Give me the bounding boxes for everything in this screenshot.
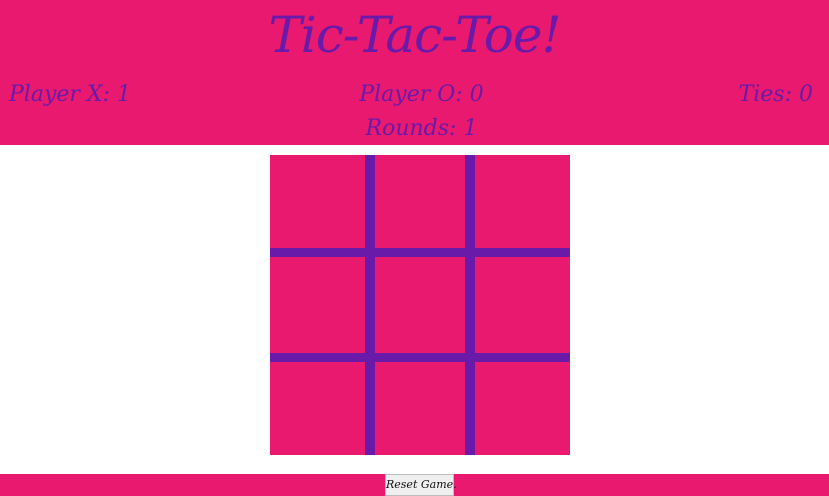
- board-cell-2[interactable]: [375, 155, 465, 248]
- board-cell-8[interactable]: [375, 362, 465, 455]
- game-board: [270, 155, 570, 455]
- board-cell-3[interactable]: [475, 155, 570, 248]
- board-cell-1[interactable]: [270, 155, 365, 248]
- player-o-score: Player O: 0: [359, 82, 484, 107]
- reset-game-button[interactable]: Reset Game.: [385, 474, 457, 496]
- board-cell-9[interactable]: [475, 362, 570, 455]
- header-bar: Tic-Tac-Toe! Player X: 1 Player O: 0 Tie…: [0, 0, 829, 145]
- board-cell-4[interactable]: [270, 257, 365, 353]
- board-cell-5[interactable]: [375, 257, 465, 353]
- page-title: Tic-Tac-Toe!: [268, 6, 561, 64]
- rounds-count: Rounds: 1: [365, 116, 478, 141]
- board-cell-6[interactable]: [475, 257, 570, 353]
- board-cell-7[interactable]: [270, 362, 365, 455]
- ties-count: Ties: 0: [738, 82, 813, 107]
